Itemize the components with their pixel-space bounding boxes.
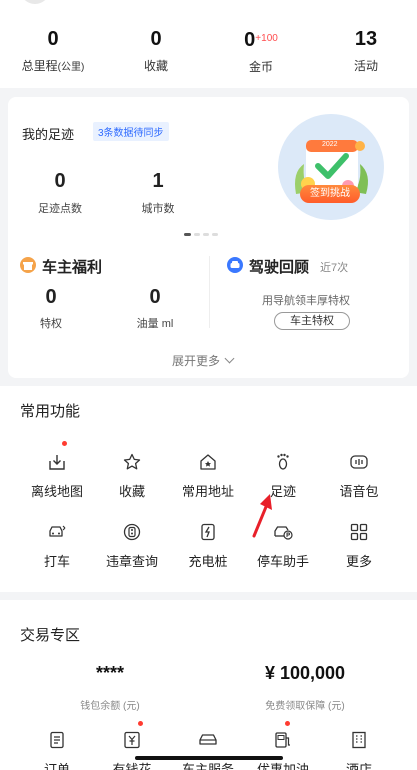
func-label: 违章查询: [105, 554, 158, 569]
offline-map-icon: [47, 441, 67, 472]
func-label: 充电桩: [188, 554, 228, 569]
common-functions-title: 常用功能: [20, 403, 81, 420]
sync-tag[interactable]: 3条数据待同步: [93, 122, 169, 141]
parking-icon: [273, 522, 293, 542]
guarantee-label: 免费领取保障 (元): [265, 701, 345, 712]
footprint-cities[interactable]: 1 城市数: [113, 170, 203, 216]
func-charging[interactable]: 充电桩: [170, 522, 246, 570]
star-icon: [122, 452, 142, 472]
gift-icon: [20, 257, 36, 273]
footprint-cities-label: 城市数: [141, 203, 175, 215]
stat-mileage[interactable]: 0 总里程(公里): [8, 28, 98, 74]
stat-coins-value: 0: [244, 29, 256, 51]
home-star-icon: [198, 452, 218, 472]
owner-benefits-title[interactable]: 车主福利: [42, 256, 102, 277]
wallet-balance[interactable]: ****: [60, 663, 160, 684]
stat-coins-label: 金币: [248, 60, 273, 74]
voice-pack-icon: [349, 452, 369, 472]
stat-favorites-label: 收藏: [143, 59, 168, 73]
func-label: 常用地址: [181, 484, 234, 499]
trade-car-service[interactable]: 车主服务: [170, 730, 246, 770]
footprint-title[interactable]: 我的足迹: [22, 124, 74, 143]
guarantee-value[interactable]: ¥ 100,000: [240, 663, 370, 684]
trade-label: 订单: [43, 762, 70, 770]
charger-icon: [198, 522, 218, 542]
func-favorites[interactable]: 收藏: [94, 452, 170, 500]
car-icon: [227, 257, 243, 273]
stat-activities-value: 13: [354, 28, 378, 50]
recent-label: 近7次: [320, 262, 349, 274]
notification-dot: [138, 721, 143, 726]
grid-icon: [349, 522, 369, 542]
stat-activities-label: 活动: [353, 59, 378, 73]
func-label: 更多: [345, 554, 372, 569]
carousel-dots: [184, 223, 221, 241]
trade-hotel[interactable]: 酒店: [321, 730, 397, 770]
func-violation-query[interactable]: 违章查询: [94, 522, 170, 570]
privilege-stat[interactable]: 0 特权: [21, 286, 81, 331]
drive-review-title[interactable]: 驾驶回顾: [249, 256, 309, 277]
red-arrow-annotation-icon: [252, 494, 272, 538]
taxi-icon: [47, 522, 67, 542]
expand-more-button[interactable]: 展开更多: [172, 352, 235, 369]
badge-year: 2022: [322, 141, 338, 148]
fuel-icon: [273, 721, 293, 750]
privilege-value: 0: [45, 286, 57, 308]
calendar-illustration-icon: [295, 140, 368, 194]
trade-title: 交易专区: [20, 627, 81, 644]
func-label: 打车: [43, 554, 70, 569]
privilege-label: 特权: [40, 318, 62, 330]
checkin-challenge-button[interactable]: 签到挑战: [300, 185, 360, 203]
stats-bar: 0 总里程(公里) 0 收藏 0+100 金币 13 活动: [0, 0, 417, 88]
car-service-icon: [198, 730, 218, 750]
func-label: 停车助手: [256, 554, 309, 569]
wallet-label: 钱包余额 (元): [80, 701, 140, 712]
notification-dot: [285, 721, 290, 726]
expand-more-label: 展开更多: [172, 354, 221, 368]
fuel-stat[interactable]: 0 油量 ml: [125, 286, 185, 331]
violation-icon: [122, 522, 142, 542]
order-icon: [47, 730, 67, 750]
stat-coins-plus: +100: [255, 33, 278, 44]
footprint-icon: [273, 452, 293, 472]
func-label: 收藏: [118, 484, 145, 499]
func-label: 离线地图: [30, 484, 83, 499]
trade-label: 车主服务: [181, 762, 234, 770]
stat-coins[interactable]: 0+100 金币: [216, 28, 306, 75]
notification-dot: [62, 441, 67, 446]
stat-mileage-label: 总里程: [21, 59, 58, 73]
trade-label: 有钱花: [112, 762, 152, 770]
divider: [209, 256, 210, 328]
stat-activities[interactable]: 13 活动: [321, 28, 411, 74]
func-label: 语音包: [339, 484, 379, 499]
stat-mileage-unit: (公里): [57, 62, 85, 73]
owner-privilege-button[interactable]: 车主特权: [274, 312, 350, 330]
footprint-cities-value: 1: [152, 170, 164, 192]
trade-order[interactable]: 订单: [19, 730, 95, 770]
footprint-points[interactable]: 0 足迹点数: [15, 170, 105, 216]
money-icon: [122, 721, 143, 750]
footprint-points-value: 0: [54, 170, 66, 192]
stat-favorites-value: 0: [150, 28, 162, 50]
stat-mileage-value: 0: [47, 28, 59, 50]
stat-favorites[interactable]: 0 收藏: [111, 28, 201, 74]
trade-money[interactable]: 有钱花: [94, 721, 170, 770]
func-more[interactable]: 更多: [321, 522, 397, 570]
trade-fuel[interactable]: 优惠加油: [245, 721, 321, 770]
checkin-badge[interactable]: 2022: [278, 114, 384, 220]
func-common-address[interactable]: 常用地址: [170, 452, 246, 500]
func-taxi[interactable]: 打车: [19, 522, 95, 570]
hotel-icon: [349, 730, 369, 750]
footprint-points-label: 足迹点数: [38, 203, 82, 215]
func-offline-map[interactable]: 离线地图: [19, 441, 95, 500]
home-indicator: [135, 756, 283, 760]
fuel-label: 油量 ml: [136, 318, 174, 330]
drive-desc: 用导航领丰厚特权: [262, 295, 350, 307]
chevron-down-icon: [224, 353, 235, 364]
func-voice-pack[interactable]: 语音包: [321, 452, 397, 500]
trade-label: 酒店: [345, 762, 372, 770]
avatar[interactable]: [20, 0, 50, 4]
fuel-value: 0: [149, 286, 161, 308]
trade-label: 优惠加油: [256, 762, 309, 770]
